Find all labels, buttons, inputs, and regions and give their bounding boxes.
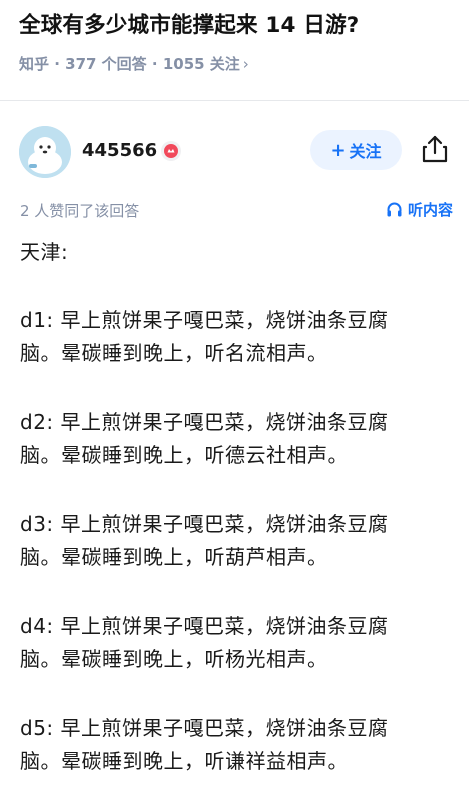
day-text-cont: 脑。晕碳睡到晚上，听谦祥益相声。 (20, 749, 348, 773)
day-entry: d3: 早上煎饼果子嘎巴菜，烧饼油条豆腐 脑。晕碳睡到晚上，听葫芦相声。 (20, 508, 389, 574)
question-meta[interactable]: 知乎 · 377 个回答 · 1055 关注 › (19, 53, 249, 74)
day-text-cont: 脑。晕碳睡到晚上，听杨光相声。 (20, 647, 328, 671)
day-label: d3: (20, 512, 54, 536)
question-meta-text: 知乎 · 377 个回答 · 1055 关注 (19, 55, 240, 73)
headphones-icon (387, 202, 402, 217)
plus-icon: + (330, 139, 346, 161)
share-icon[interactable] (421, 134, 449, 164)
day-text-cont: 脑。晕碳睡到晚上，听葫芦相声。 (20, 545, 328, 569)
day-label: d4: (20, 614, 54, 638)
listen-button[interactable]: 听内容 (386, 199, 453, 220)
day-text-cont: 脑。晕碳睡到晚上，听德云社相声。 (20, 443, 348, 467)
answer-city: 天津: (20, 240, 69, 264)
chevron-right-icon: › (242, 55, 249, 73)
day-text: 早上煎饼果子嘎巴菜，烧饼油条豆腐 (60, 512, 389, 536)
day-label: d1: (20, 308, 54, 332)
follow-label: 关注 (349, 142, 382, 161)
author-name[interactable]: 445566 (82, 140, 157, 161)
day-entry: d4: 早上煎饼果子嘎巴菜，烧饼油条豆腐 脑。晕碳睡到晚上，听杨光相声。 (20, 610, 389, 676)
follow-button[interactable]: + 关注 (310, 130, 402, 170)
day-label: d5: (20, 716, 54, 740)
header-divider (0, 100, 469, 101)
day-entry: d5: 早上煎饼果子嘎巴菜，烧饼油条豆腐 脑。晕碳睡到晚上，听谦祥益相声。 (20, 712, 389, 778)
author-row: 445566 + 关注 (0, 122, 469, 182)
avatar-image (19, 126, 71, 178)
likes-text: 2 人赞同了该回答 (20, 202, 140, 220)
answer-info-row: 2 人赞同了该回答 听内容 (0, 198, 469, 222)
day-text-cont: 脑。晕碳睡到晚上，听名流相声。 (20, 341, 328, 365)
question-header: 全球有多少城市能撑起来 14 日游? 知乎 · 377 个回答 · 1055 关… (0, 0, 469, 100)
avatar[interactable] (19, 126, 71, 178)
badge-icon (161, 141, 181, 161)
day-label: d2: (20, 410, 54, 434)
day-entry: d2: 早上煎饼果子嘎巴菜，烧饼油条豆腐 脑。晕碳睡到晚上，听德云社相声。 (20, 406, 389, 472)
day-text: 早上煎饼果子嘎巴菜，烧饼油条豆腐 (60, 614, 389, 638)
day-entry: d1: 早上煎饼果子嘎巴菜，烧饼油条豆腐 脑。晕碳睡到晚上，听名流相声。 (20, 304, 389, 370)
day-text: 早上煎饼果子嘎巴菜，烧饼油条豆腐 (60, 410, 389, 434)
listen-label: 听内容 (407, 201, 453, 219)
day-text: 早上煎饼果子嘎巴菜，烧饼油条豆腐 (60, 308, 389, 332)
day-text: 早上煎饼果子嘎巴菜，烧饼油条豆腐 (60, 716, 389, 740)
question-title[interactable]: 全球有多少城市能撑起来 14 日游? (19, 8, 359, 39)
